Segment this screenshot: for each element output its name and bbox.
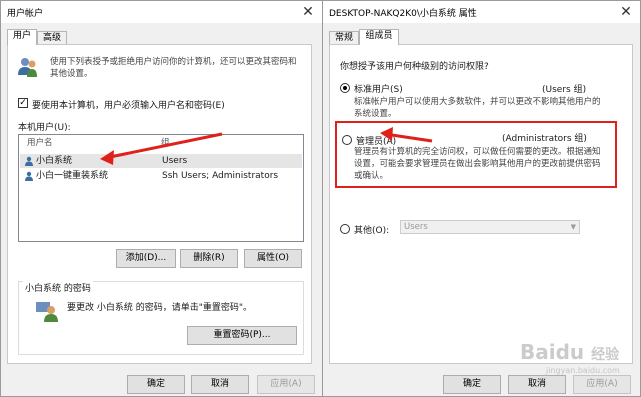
- tab-label: 组成员: [365, 31, 393, 41]
- tab-group-membership[interactable]: 组成员: [359, 29, 399, 45]
- watermark-site: jingyan.baidu.com: [546, 366, 620, 375]
- tab-users[interactable]: 用户: [7, 29, 37, 45]
- baidu-watermark: Baidu 经验: [520, 340, 619, 364]
- tab-label: 用户: [12, 31, 31, 41]
- annotation-arrow-user: [100, 127, 433, 165]
- watermark-suffix: 经验: [591, 347, 620, 363]
- watermark-brand: Baidu: [520, 340, 585, 364]
